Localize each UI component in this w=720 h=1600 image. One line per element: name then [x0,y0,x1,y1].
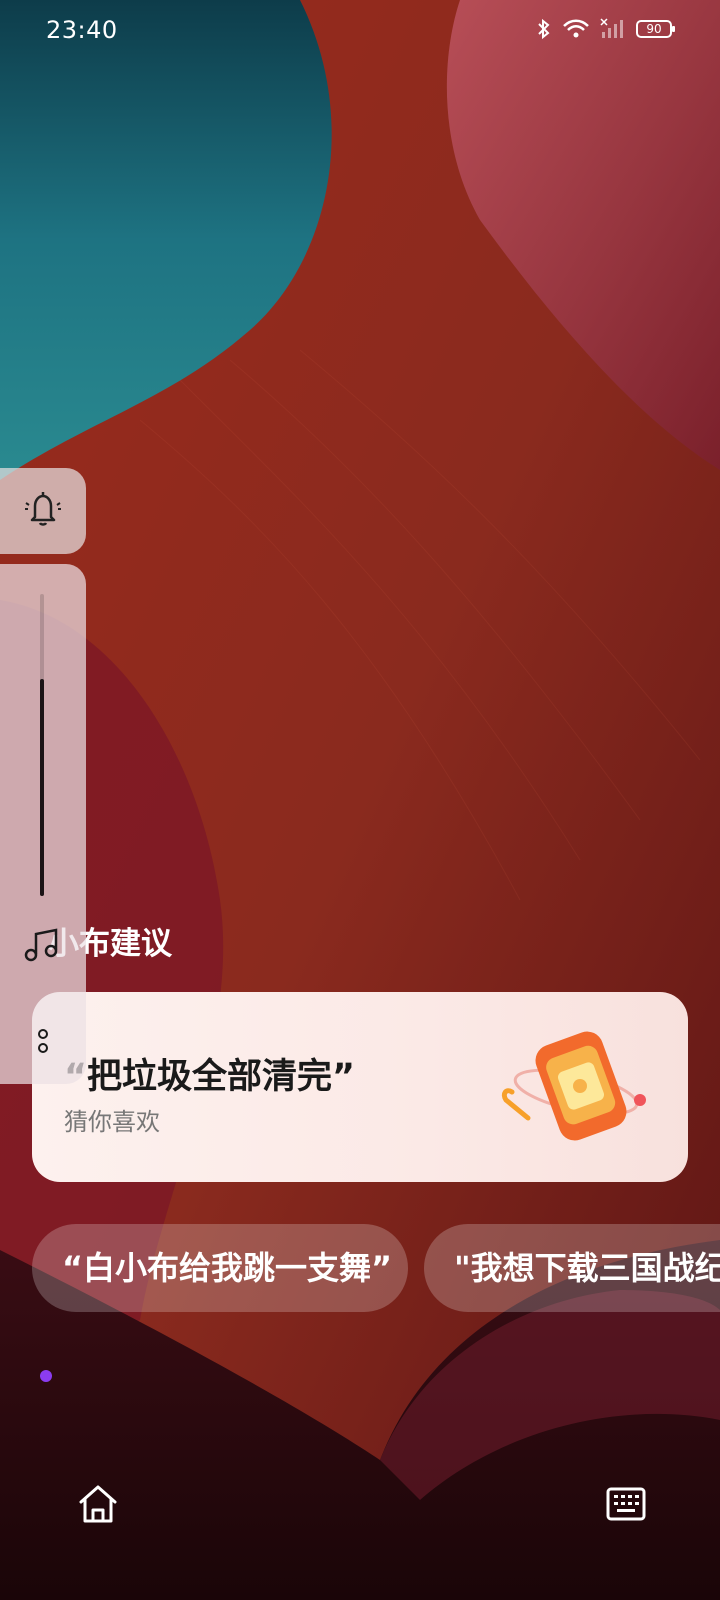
status-bar: 23:40 90 [0,0,720,64]
bottom-bar [0,1470,720,1540]
status-time: 23:40 [46,16,118,44]
status-icons: 90 [536,18,675,40]
battery-icon: 90 [636,20,675,38]
bluetooth-icon [536,18,552,40]
phone-cleanup-icon [498,1022,658,1156]
more-options-icon[interactable] [37,1028,49,1062]
suggestion-chip[interactable]: “白小布给我跳一支舞” [32,1224,408,1312]
battery-level: 90 [646,22,662,36]
home-icon[interactable] [76,1482,120,1526]
music-note-icon[interactable] [24,928,60,968]
suggestion-card-title: “把垃圾全部清完” [64,1057,356,1097]
suggestion-card-subtitle: 猜你喜欢 [64,1108,160,1136]
keyboard-icon[interactable] [606,1484,646,1524]
page-indicator-dot [40,1370,52,1382]
bell-icon [20,489,66,533]
suggestion-chips: “白小布给我跳一支舞” "我想下载三国战纪 [32,1224,720,1312]
volume-panel [0,564,86,1084]
ringer-toggle-button[interactable] [0,468,86,554]
cellular-signal-icon [600,18,626,40]
volume-slider-fill [40,678,44,896]
wallpaper [0,0,720,1600]
suggestion-card[interactable]: “把垃圾全部清完” 猜你喜欢 [32,992,688,1182]
suggestion-chip[interactable]: "我想下载三国战纪 [424,1224,720,1312]
volume-slider[interactable] [40,594,44,896]
wifi-icon [562,19,590,39]
